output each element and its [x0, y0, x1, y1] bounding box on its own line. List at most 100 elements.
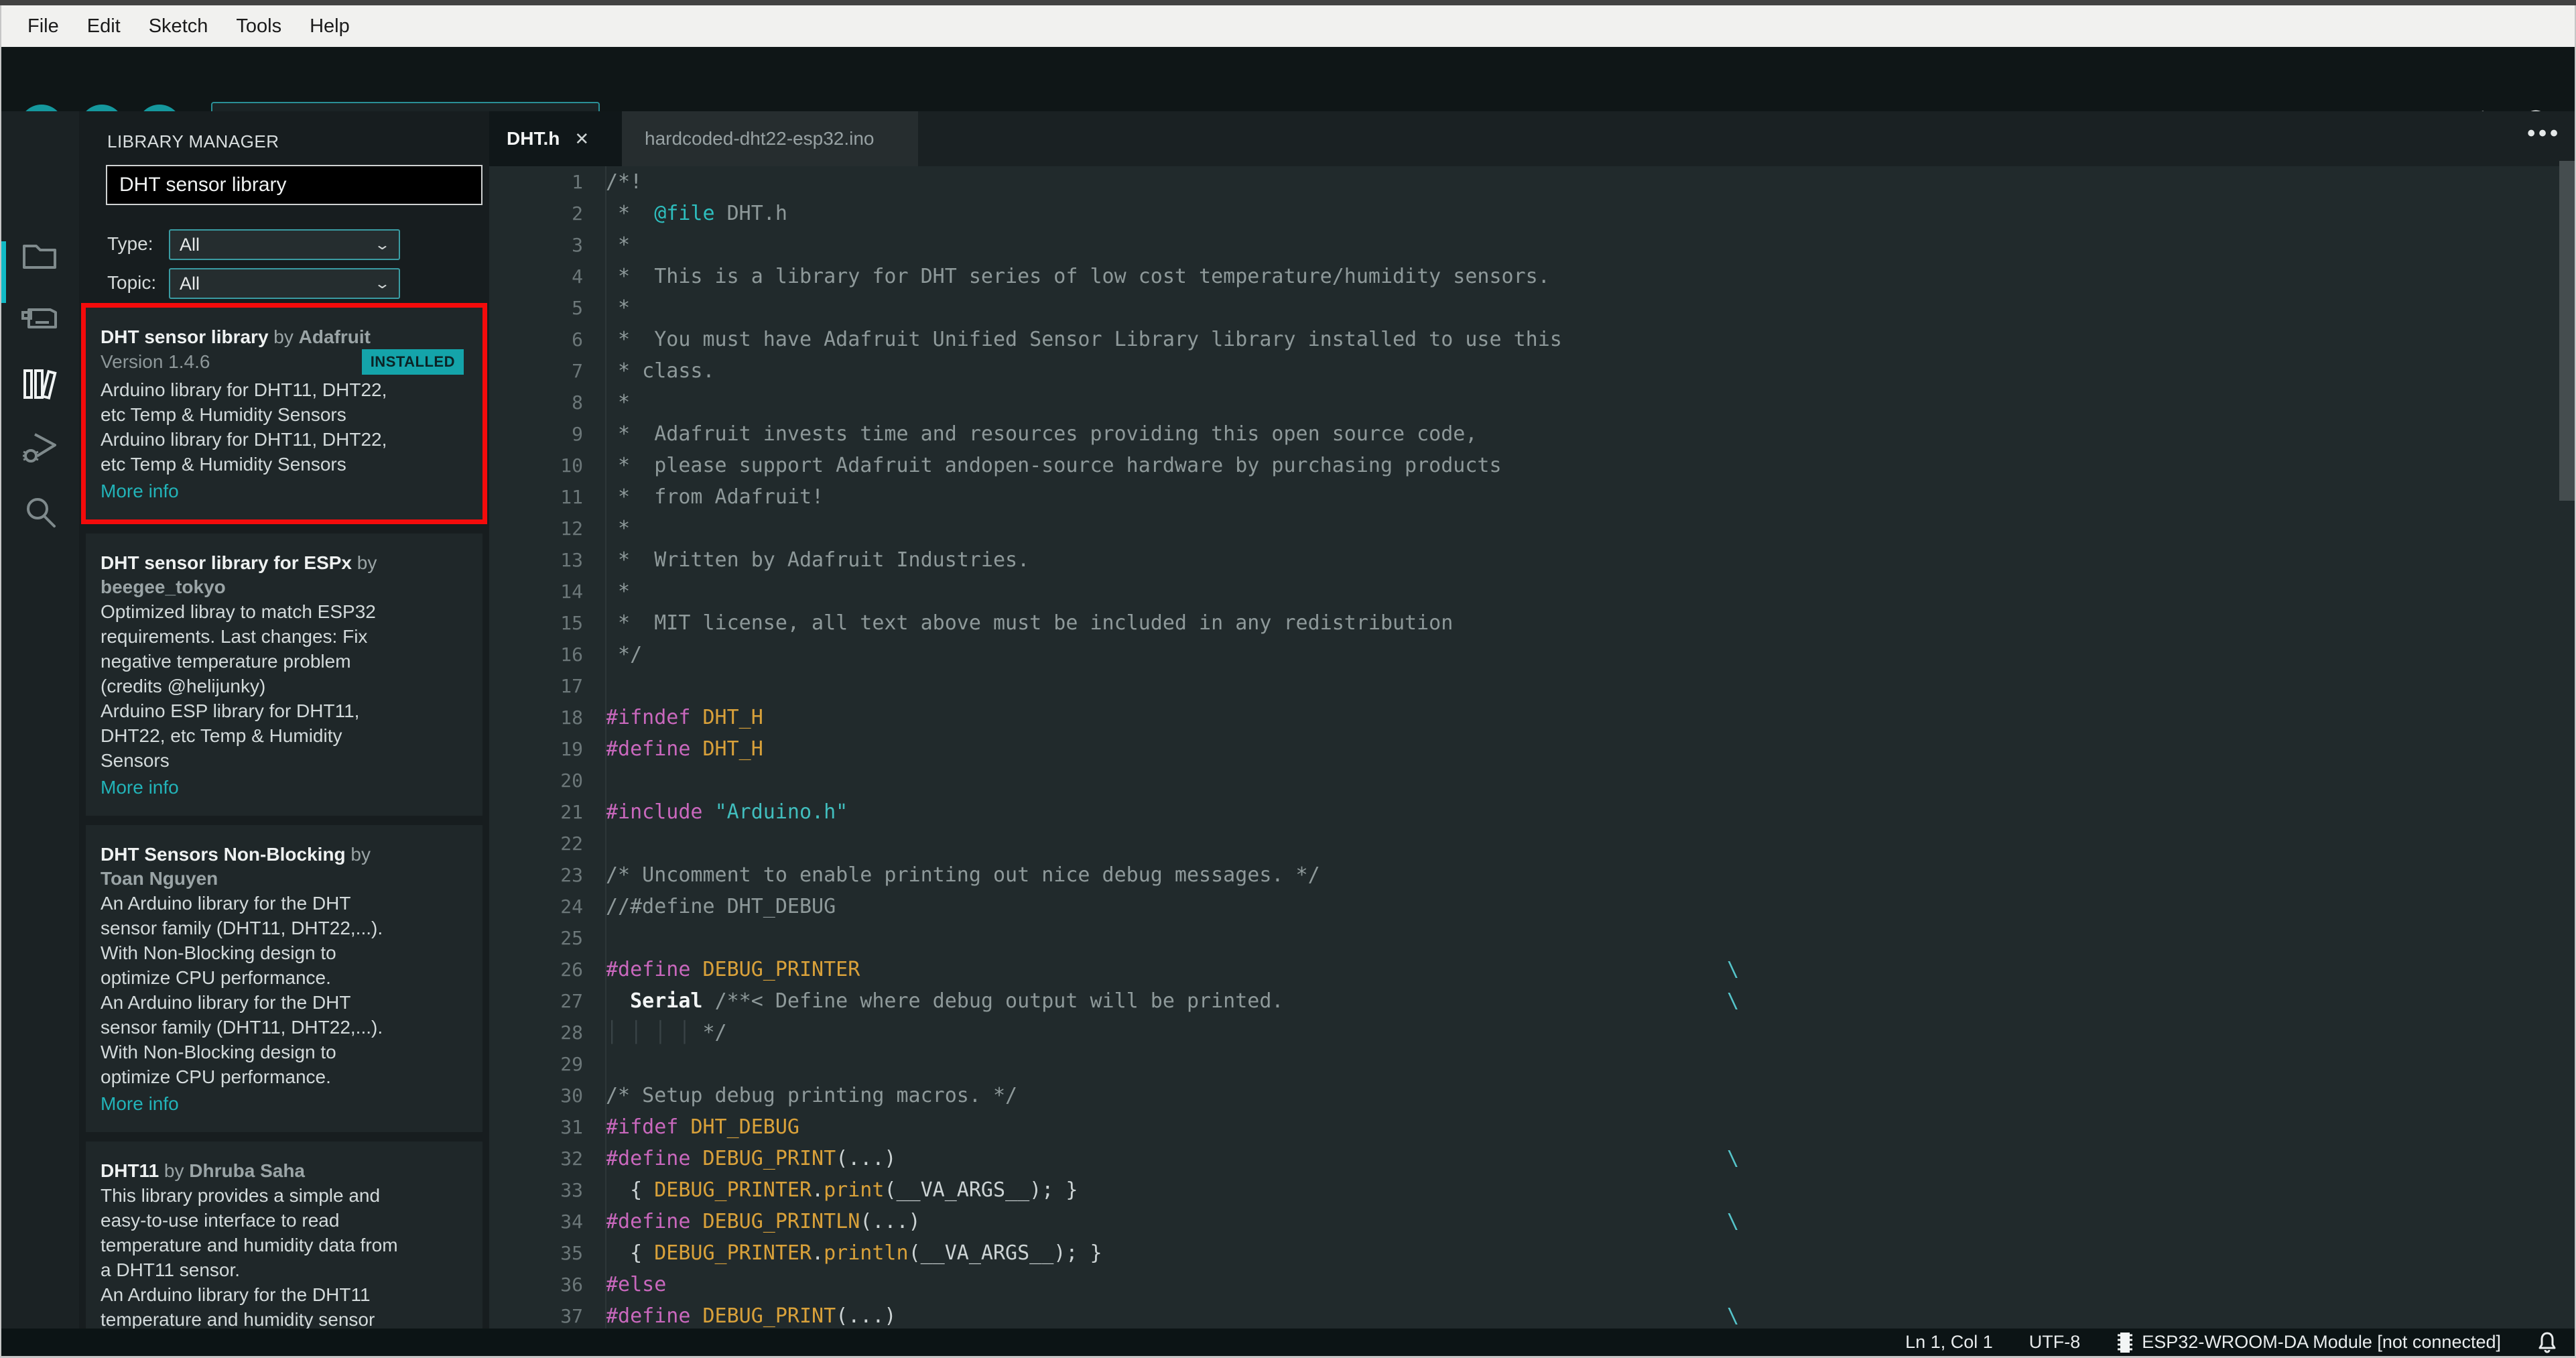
books-icon — [19, 365, 60, 403]
arduino-ide-window: File Edit Sketch Tools Help LIBRARY MANA… — [0, 0, 2576, 1358]
code-text: * Written by Adafruit Industries. — [606, 548, 1030, 572]
menu-sketch[interactable]: Sketch — [135, 5, 222, 47]
more-info-link[interactable]: More info — [101, 478, 465, 505]
code-line[interactable]: 1 /*! — [489, 166, 2576, 198]
code-line[interactable]: 18 #ifndef DHT_H — [489, 702, 2576, 733]
sidebar-item-boards-manager[interactable] — [0, 287, 79, 350]
code-line[interactable]: 10 * please support Adafruit andopen-sou… — [489, 450, 2576, 481]
code-line[interactable]: 4 * This is a library for DHT series of … — [489, 261, 2576, 292]
editor-scrollbar[interactable] — [2559, 161, 2575, 501]
code-line[interactable]: 9 * Adafruit invests time and resources … — [489, 418, 2576, 450]
library-card-description-line: An Arduino library for the DHT — [101, 893, 351, 914]
code-line[interactable]: 6 * You must have Adafruit Unified Senso… — [489, 324, 2576, 355]
library-card-title: DHT11 by Dhruba Saha — [101, 1160, 305, 1181]
close-icon[interactable]: ✕ — [560, 129, 589, 149]
code-line[interactable]: 12 * — [489, 513, 2576, 544]
code-line[interactable]: 7 * class. — [489, 355, 2576, 387]
installed-badge: INSTALLED — [361, 349, 464, 375]
line-number: 23 — [560, 864, 583, 886]
sidebar-item-sketchbook[interactable] — [0, 223, 79, 286]
library-card[interactable]: DHT sensor library by Adafruit Version 1.… — [81, 303, 487, 524]
code-text: * — [606, 296, 631, 320]
code-line[interactable]: 8 * — [489, 387, 2576, 418]
menu-tools[interactable]: Tools — [222, 5, 296, 47]
tab-label: hardcoded-dht22-esp32.ino — [645, 128, 875, 149]
line-number: 26 — [560, 959, 583, 981]
type-filter-row: Type: All ⌄ — [107, 229, 482, 260]
library-manager-panel: LIBRARY MANAGER Type: All ⌄ Topic: All ⌄… — [79, 111, 489, 1329]
code-line[interactable]: 13 * Written by Adafruit Industries. — [489, 544, 2576, 576]
sidebar-item-library-manager[interactable] — [0, 353, 79, 416]
code-line[interactable]: 30 /* Setup debug printing macros. */ — [489, 1080, 2576, 1111]
toolbar: ESP32-WROOM-DA Module ▾ — [0, 47, 2576, 150]
line-number: 9 — [572, 423, 583, 445]
code-line[interactable]: 3 * — [489, 229, 2576, 261]
cursor-position[interactable]: Ln 1, Col 1 — [1905, 1332, 1993, 1353]
code-line[interactable]: 32 #define DEBUG_PRINT(...) \ — [489, 1143, 2576, 1174]
code-line[interactable]: 25 — [489, 922, 2576, 954]
library-card-description-line: sensor family (DHT11, DHT22,...). — [101, 918, 383, 938]
code-line[interactable]: 28 │ │ │ │ */ — [489, 1017, 2576, 1048]
code-line[interactable]: 19 #define DHT_H — [489, 733, 2576, 765]
library-search-input[interactable] — [106, 165, 482, 205]
code-line[interactable]: 23 /* Uncomment to enable printing out ni… — [489, 859, 2576, 891]
code-line[interactable]: 37 #define DEBUG_PRINT(...) \ — [489, 1300, 2576, 1329]
menu-help[interactable]: Help — [296, 5, 364, 47]
line-number: 33 — [560, 1179, 583, 1201]
topic-filter-select[interactable]: All ⌄ — [169, 268, 400, 299]
code-line[interactable]: 15 * MIT license, all text above must be… — [489, 607, 2576, 639]
code-line[interactable]: 11 * from Adafruit! — [489, 481, 2576, 513]
code-line[interactable]: 33 { DEBUG_PRINTER.print(__VA_ARGS__); } — [489, 1174, 2576, 1206]
code-text: { DEBUG_PRINTER.println(__VA_ARGS__); } — [606, 1241, 1102, 1265]
menu-file[interactable]: File — [13, 5, 73, 47]
tab-dht-h[interactable]: DHT.h ✕ — [489, 111, 622, 166]
code-line[interactable]: 34 #define DEBUG_PRINTLN(...) \ — [489, 1206, 2576, 1237]
code-line[interactable]: 29 — [489, 1048, 2576, 1080]
code-text: */ — [606, 643, 643, 666]
library-card[interactable]: DHT Sensors Non-Blocking by Toan Nguyen An… — [86, 825, 482, 1132]
library-card-description-line: Sensors — [101, 750, 170, 771]
code-line[interactable]: 21 #include "Arduino.h" — [489, 796, 2576, 828]
code-line[interactable]: 35 { DEBUG_PRINTER.println(__VA_ARGS__);… — [489, 1237, 2576, 1269]
chevron-down-icon: ⌄ — [373, 275, 391, 292]
activity-bar — [0, 111, 79, 1329]
ellipsis-menu-icon[interactable]: ••• — [2527, 121, 2561, 147]
tab-sketch-ino[interactable]: hardcoded-dht22-esp32.ino — [622, 111, 918, 166]
board-status[interactable]: ESP32-WROOM-DA Module [not connected] — [2116, 1331, 2501, 1354]
line-number: 1 — [572, 171, 583, 193]
code-line[interactable]: 16 */ — [489, 639, 2576, 670]
line-number: 12 — [560, 517, 583, 540]
line-number: 21 — [560, 801, 583, 823]
sidebar-item-search[interactable] — [0, 481, 79, 544]
code-line[interactable]: 17 — [489, 670, 2576, 702]
code-editor[interactable]: 1/*! 2 * @file DHT.h 3 * 4 * This is a libr… — [489, 166, 2576, 1329]
code-text: * — [606, 517, 631, 540]
line-number: 7 — [572, 360, 583, 382]
notifications-button[interactable] — [2537, 1331, 2557, 1354]
library-card-description-line: DHT22, etc Temp & Humidity — [101, 725, 342, 746]
code-line[interactable]: 31 #ifdef DHT_DEBUG — [489, 1111, 2576, 1143]
code-line[interactable]: 22 — [489, 828, 2576, 859]
code-line[interactable]: 2 * @file DHT.h — [489, 198, 2576, 229]
code-line[interactable]: 27 Serial /**< Define where debug output… — [489, 985, 2576, 1017]
code-line[interactable]: 26 #define DEBUG_PRINTER \ — [489, 954, 2576, 985]
code-line[interactable]: 36 #else — [489, 1269, 2576, 1300]
editor-tab-bar: DHT.h ✕ hardcoded-dht22-esp32.ino ••• — [489, 111, 2576, 166]
type-filter-select[interactable]: All ⌄ — [169, 229, 400, 260]
code-line[interactable]: 20 — [489, 765, 2576, 796]
encoding[interactable]: UTF-8 — [2029, 1332, 2081, 1353]
line-number: 36 — [560, 1274, 583, 1296]
code-line[interactable]: 14 * — [489, 576, 2576, 607]
line-number: 13 — [560, 549, 583, 571]
library-card-description-line: Arduino library for DHT11, DHT22, — [101, 429, 387, 450]
code-line[interactable]: 5 * — [489, 292, 2576, 324]
code-line[interactable]: 24 //#define DHT_DEBUG — [489, 891, 2576, 922]
line-continuation-backslash: \ — [1727, 958, 1740, 981]
sidebar-item-debug[interactable] — [0, 416, 79, 479]
more-info-link[interactable]: More info — [101, 774, 465, 801]
menu-edit[interactable]: Edit — [73, 5, 135, 47]
library-card[interactable]: DHT11 by Dhruba Saha This library provide… — [86, 1141, 482, 1329]
code-text: #else — [606, 1273, 667, 1296]
library-card[interactable]: DHT sensor library for ESPx by beegee_tok… — [86, 534, 482, 816]
more-info-link[interactable]: More info — [101, 1091, 465, 1117]
